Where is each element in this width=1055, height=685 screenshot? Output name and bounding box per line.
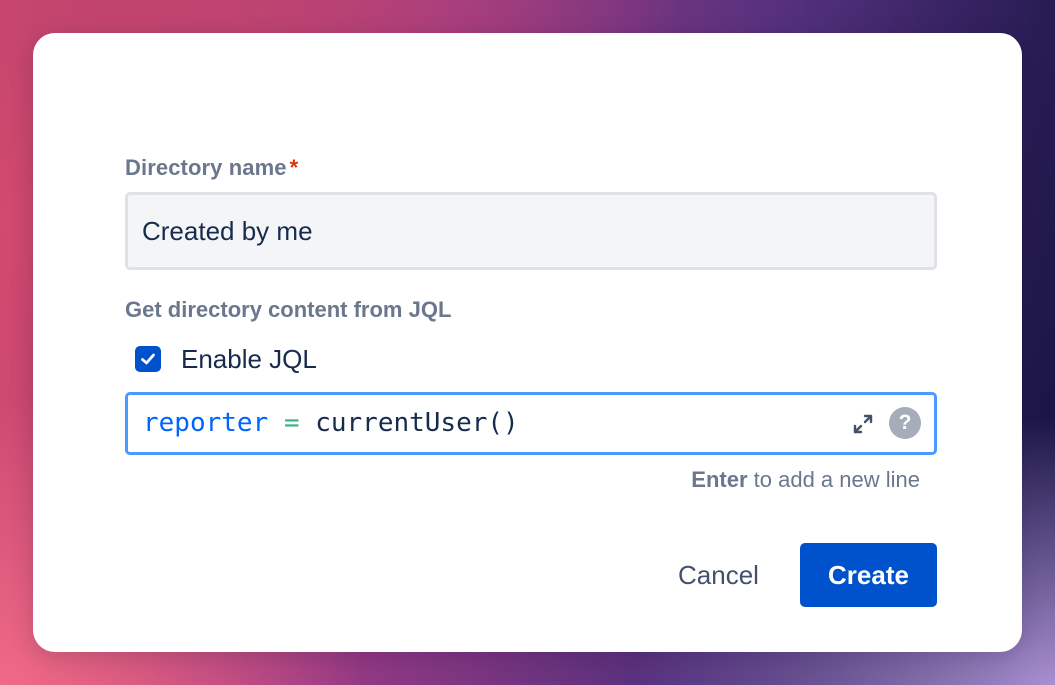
required-marker: * [289,155,299,180]
create-directory-dialog: Directory name* Get directory content fr… [33,33,1022,652]
enable-jql-row[interactable]: Enable JQL [135,342,317,376]
jql-query[interactable]: reporter = currentUser() [143,395,519,452]
create-button[interactable]: Create [800,543,937,607]
hint-key: Enter [691,467,748,492]
hint-text: to add a new line [747,467,920,492]
newline-hint: Enter to add a new line [691,467,920,493]
jql-function-token: currentUser() [315,408,519,438]
jql-editor[interactable]: reporter = currentUser() ? [125,392,937,455]
jql-operator-token: = [283,408,300,438]
check-icon [141,353,155,365]
cancel-button[interactable]: Cancel [663,543,774,607]
jql-section-label: Get directory content from JQL [125,297,452,322]
jql-field-token: reporter [143,408,269,438]
enable-jql-label[interactable]: Enable JQL [181,344,317,375]
directory-name-label-text: Directory name [125,155,287,180]
expand-icon[interactable] [850,411,876,437]
directory-name-label: Directory name * [125,155,298,181]
help-icon[interactable]: ? [889,407,921,439]
directory-name-input[interactable] [125,192,937,270]
enable-jql-checkbox[interactable] [135,346,161,372]
